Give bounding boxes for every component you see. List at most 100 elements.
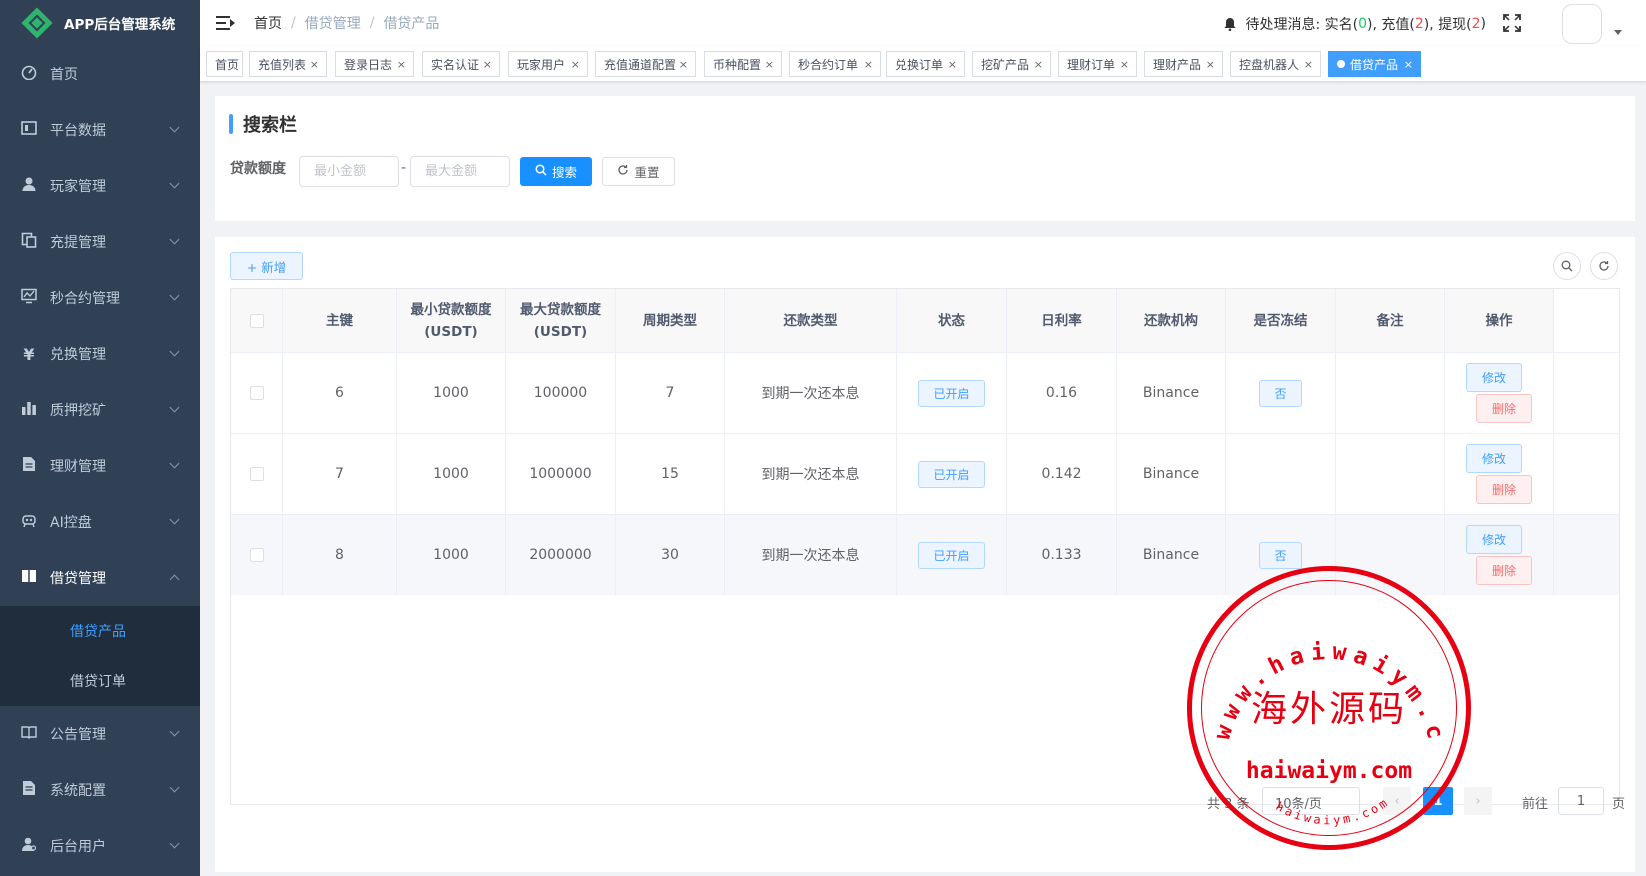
- next-page-button[interactable]: ›: [1464, 787, 1492, 815]
- close-icon[interactable]: ×: [1034, 58, 1043, 71]
- row-checkbox[interactable]: [249, 467, 264, 481]
- delete-button[interactable]: 删除: [1476, 556, 1532, 585]
- tag-6[interactable]: 币种配置 ×: [704, 51, 782, 77]
- min-amount-input[interactable]: [299, 156, 399, 187]
- chevron-down-icon: [169, 726, 180, 737]
- sidebar-item-system-config[interactable]: 系统配置: [0, 762, 200, 818]
- sidebar-item-players[interactable]: 玩家管理: [0, 158, 200, 214]
- loan-products-table: 主键 最小贷款额度(USDT) 最大贷款额度(USDT) 周期类型 还款类型 状态 日利率还…: [230, 288, 1620, 805]
- chevron-down-icon: [169, 458, 180, 469]
- page-size-select[interactable]: 10条/页: [1262, 787, 1360, 815]
- checkbox[interactable]: [249, 313, 264, 328]
- sidebar-item-platform-data[interactable]: 平台数据: [0, 102, 200, 158]
- tag-0[interactable]: 首页: [206, 51, 243, 77]
- prev-page-button[interactable]: ‹: [1383, 787, 1411, 815]
- search-toggle-icon[interactable]: [1553, 252, 1581, 280]
- close-icon[interactable]: ×: [765, 58, 774, 71]
- tag-label: 实名认证: [431, 57, 480, 72]
- tag-8[interactable]: 兑换订单 ×: [886, 51, 965, 77]
- close-icon[interactable]: ×: [679, 58, 688, 71]
- chevron-down-icon: [169, 514, 180, 525]
- column-header: 主键: [283, 289, 397, 352]
- sidebar-item-label: 公告管理: [50, 727, 106, 743]
- tag-label: 借贷产品: [1350, 57, 1399, 72]
- cell-org: Binance: [1117, 434, 1226, 514]
- edit-button[interactable]: 修改: [1466, 363, 1522, 392]
- close-icon[interactable]: ×: [310, 58, 319, 71]
- avatar[interactable]: [1562, 4, 1602, 44]
- close-icon[interactable]: ×: [1304, 58, 1313, 71]
- add-button[interactable]: + 新增: [230, 252, 303, 280]
- menu-toggle-icon[interactable]: [216, 15, 235, 31]
- tag-13[interactable]: 借贷产品 ×: [1328, 51, 1421, 77]
- pending-notice[interactable]: 待处理消息: 实名(0), 充值(2), 提现(2): [1223, 14, 1486, 34]
- active-dot-icon: [1337, 60, 1345, 68]
- max-amount-input[interactable]: [410, 156, 510, 187]
- delete-button[interactable]: 删除: [1476, 394, 1532, 423]
- close-icon[interactable]: ×: [864, 58, 873, 71]
- select-all-checkbox[interactable]: [231, 289, 283, 352]
- close-icon[interactable]: ×: [948, 58, 957, 71]
- sidebar-item-exchange[interactable]: ¥ 兑换管理: [0, 326, 200, 382]
- sidebar-item-announcements[interactable]: 公告管理: [0, 706, 200, 762]
- fullscreen-icon[interactable]: [1502, 13, 1522, 33]
- monitor-icon: [20, 288, 38, 308]
- sidebar-subitem-loan-orders[interactable]: 借贷订单: [0, 656, 200, 706]
- search-button[interactable]: 搜索: [520, 157, 592, 186]
- sidebar-subitem-loan-products[interactable]: 借贷产品: [0, 606, 200, 656]
- sidebar-item-ai-control[interactable]: AI控盘: [0, 494, 200, 550]
- cell-remark: [1336, 353, 1445, 433]
- page-number[interactable]: 1: [1423, 787, 1453, 815]
- close-icon[interactable]: ×: [1206, 58, 1215, 71]
- table-row: 7 1000 1000000 15 到期一次还本息 已开启 0.142 Binance 修改 删除: [231, 433, 1619, 514]
- sidebar-item-home[interactable]: 首页: [0, 46, 200, 102]
- edit-button[interactable]: 修改: [1466, 444, 1522, 473]
- delete-button[interactable]: 删除: [1476, 475, 1532, 504]
- goto-page-input[interactable]: 1: [1558, 787, 1604, 815]
- tag-10[interactable]: 理财订单 ×: [1058, 51, 1137, 77]
- tag-2[interactable]: 登录日志 ×: [335, 51, 414, 77]
- cell-status: 已开启: [897, 434, 1007, 514]
- tag-1[interactable]: 充值列表 ×: [249, 51, 327, 77]
- close-icon[interactable]: ×: [1120, 58, 1129, 71]
- refresh-icon[interactable]: [1590, 252, 1618, 280]
- sidebar-item-contracts[interactable]: 秒合约管理: [0, 270, 200, 326]
- sidebar-item-loans[interactable]: 借贷管理: [0, 550, 200, 606]
- reset-button[interactable]: 重置: [602, 157, 675, 186]
- actions-cell: 修改 删除: [1445, 353, 1554, 433]
- row-checkbox[interactable]: [249, 548, 264, 562]
- tag-12[interactable]: 控盘机器人 ×: [1230, 51, 1321, 77]
- cell-remark: [1336, 515, 1445, 595]
- sidebar-item-deposit-withdraw[interactable]: 充提管理: [0, 214, 200, 270]
- tag-9[interactable]: 挖矿产品 ×: [972, 51, 1051, 77]
- close-icon[interactable]: ×: [571, 58, 580, 71]
- goto-prefix: 前往: [1522, 797, 1549, 812]
- sidebar-item-staking[interactable]: 质押挖矿: [0, 382, 200, 438]
- range-dash: -: [401, 160, 407, 176]
- row-checkbox[interactable]: [249, 386, 264, 400]
- breadcrumb-item[interactable]: 首页: [254, 13, 282, 33]
- status-badge: 已开启: [918, 541, 985, 569]
- tag-7[interactable]: 秒合约订单 ×: [789, 51, 881, 77]
- caret-down-icon[interactable]: [1614, 30, 1622, 35]
- close-icon[interactable]: ×: [397, 58, 406, 71]
- cell-id: 8: [283, 515, 397, 595]
- sidebar-item-admin-users[interactable]: 后台用户: [0, 818, 200, 874]
- edit-button[interactable]: 修改: [1466, 525, 1522, 554]
- tag-3[interactable]: 实名认证 ×: [422, 51, 500, 77]
- chevron-down-icon: [169, 346, 180, 357]
- column-header: 最小贷款额度(USDT): [397, 289, 506, 352]
- table-row: 8 1000 2000000 30 到期一次还本息 已开启 0.133 Binance 否 修改删…: [231, 514, 1619, 595]
- tag-11[interactable]: 理财产品 ×: [1144, 51, 1223, 77]
- user-icon: [20, 176, 38, 196]
- notice-suffix: ): [1480, 16, 1486, 32]
- close-icon[interactable]: ×: [1404, 58, 1413, 71]
- tag-4[interactable]: 玩家用户 ×: [508, 51, 588, 77]
- sidebar-item-finance[interactable]: 理财管理: [0, 438, 200, 494]
- dashboard-icon: [20, 64, 38, 84]
- tag-5[interactable]: 充值通道配置 ×: [595, 51, 696, 77]
- tag-label: 充值列表: [258, 57, 307, 72]
- cell-min: 1000: [397, 353, 506, 433]
- app-logo[interactable]: APP后台管理系统: [0, 0, 200, 46]
- close-icon[interactable]: ×: [483, 58, 492, 71]
